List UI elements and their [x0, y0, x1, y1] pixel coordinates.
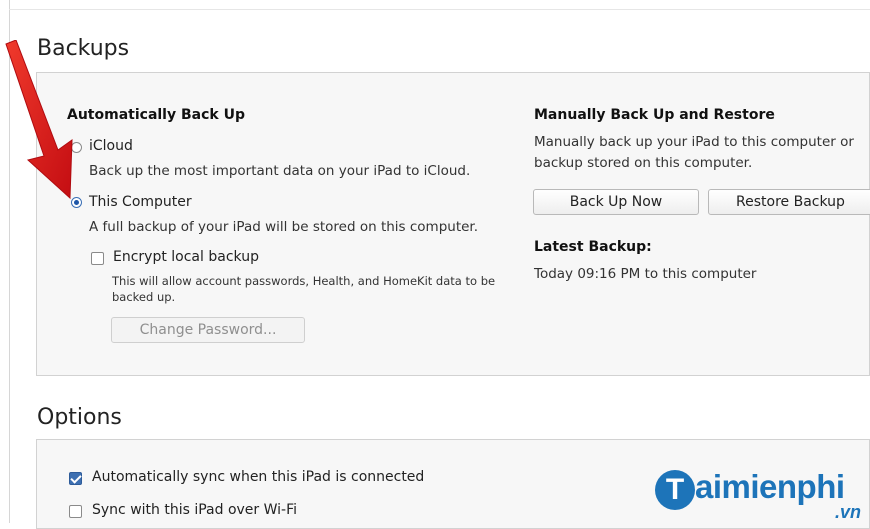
back-up-now-button[interactable]: Back Up Now — [533, 189, 699, 215]
watermark-logo: T aimienphi .vn — [655, 468, 870, 522]
options-title: Options — [37, 405, 122, 430]
window-edge-top — [9, 9, 870, 10]
this-computer-description: A full backup of your iPad will be store… — [89, 219, 479, 235]
wifi-sync-checkbox[interactable] — [69, 505, 82, 518]
encrypt-checkbox[interactable] — [91, 252, 104, 265]
watermark-suffix: .vn — [835, 502, 862, 522]
icloud-label[interactable]: iCloud — [89, 138, 133, 154]
auto-sync-checkbox[interactable] — [69, 472, 82, 485]
backups-panel: Automatically Back Up iCloud Back up the… — [36, 72, 870, 376]
auto-backup-heading: Automatically Back Up — [67, 107, 245, 123]
this-computer-label[interactable]: This Computer — [89, 194, 192, 210]
encrypt-note-line1: This will allow account passwords, Healt… — [112, 274, 496, 288]
wifi-sync-label[interactable]: Sync with this iPad over Wi-Fi — [92, 502, 297, 518]
annotation-arrow-icon — [5, 40, 73, 200]
encrypt-label[interactable]: Encrypt local backup — [113, 249, 259, 265]
manual-description-line2: backup stored on this computer. — [534, 155, 753, 171]
manual-backup-heading: Manually Back Up and Restore — [534, 107, 775, 123]
icloud-description: Back up the most important data on your … — [89, 163, 471, 179]
auto-sync-label[interactable]: Automatically sync when this iPad is con… — [92, 469, 424, 485]
latest-backup-heading: Latest Backup: — [534, 239, 652, 255]
manual-description-line1: Manually back up your iPad to this compu… — [534, 134, 854, 150]
watermark-text: aimienphi — [695, 468, 845, 505]
restore-backup-button[interactable]: Restore Backup — [708, 189, 870, 215]
latest-backup-value: Today 09:16 PM to this computer — [534, 266, 757, 282]
encrypt-note-line2: backed up. — [112, 290, 176, 304]
watermark-badge-glyph: T — [665, 473, 685, 506]
change-password-button[interactable]: Change Password... — [111, 317, 305, 343]
